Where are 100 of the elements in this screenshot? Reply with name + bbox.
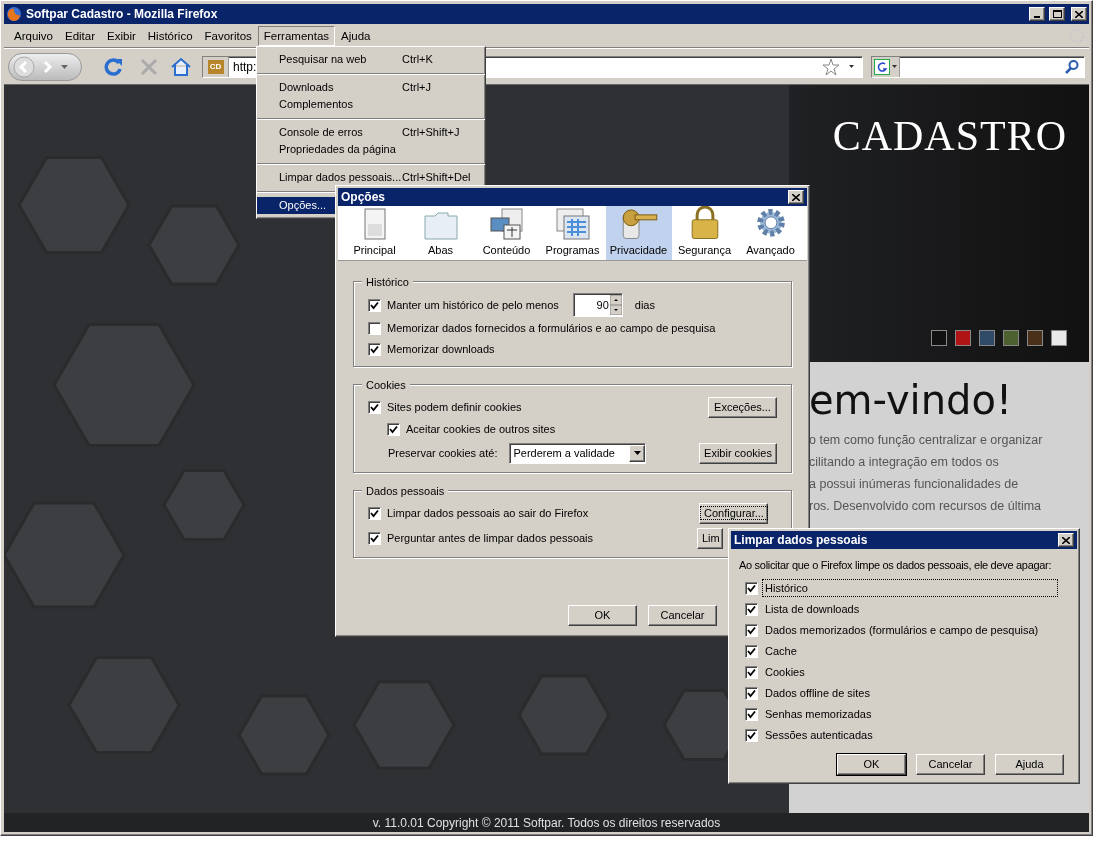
exceptions-button[interactable]: Exceções... <box>708 396 777 418</box>
menu-entry[interactable]: Console de erros Ctrl+Shift+J <box>257 124 485 141</box>
dialog-button[interactable]: OK <box>568 605 637 626</box>
close-icon[interactable] <box>792 193 800 201</box>
days-value: 90 <box>596 297 609 313</box>
theme-swatch[interactable] <box>1003 330 1019 346</box>
checkbox[interactable] <box>745 623 758 637</box>
copyright-text: v. 11.0.01 Copyright © 2011 Softpar. Todos os direitos reservados <box>372 814 721 832</box>
checkbox[interactable] <box>745 665 758 679</box>
minimize-button[interactable] <box>1029 7 1045 21</box>
dialog-intro: Ao solicitar que o Firefox limpe os dados pessoais, ele deve apagar: <box>739 558 1052 573</box>
welcome-text-line: cilitando a integração em todos os <box>809 454 1000 471</box>
brand-title: CADASTRO <box>832 112 1067 161</box>
home-icon[interactable] <box>170 55 192 78</box>
welcome-text-line: ros. Desenvolvido com recursos de última <box>809 498 1043 515</box>
close-icon[interactable] <box>1075 10 1083 18</box>
checkbox[interactable] <box>368 343 381 356</box>
checkbox[interactable] <box>745 602 758 616</box>
checkbox[interactable] <box>368 298 381 312</box>
checkbox[interactable] <box>387 423 400 436</box>
checkbox-label: Senhas memorizadas <box>764 706 873 722</box>
menu-item[interactable]: Ferramentas <box>257 25 336 46</box>
menu-entry[interactable]: Downloads Ctrl+J <box>257 79 485 96</box>
theme-swatch[interactable] <box>1051 330 1067 346</box>
checkbox-label: Limpar dados pessoais ao sair do Firefox <box>387 505 590 521</box>
preference-tab[interactable]: Abas <box>407 206 474 260</box>
url-text: http: <box>232 58 258 76</box>
checkbox-label: Histórico <box>762 578 1058 598</box>
engine-logo-icon <box>874 58 890 75</box>
checkbox-label: Memorizar dados fornecidos a formulários e ao campo de pesquisa <box>387 321 716 337</box>
checkbox[interactable] <box>745 707 758 721</box>
checkbox-label: Manter um histórico de pelo menos <box>387 297 559 313</box>
close-button[interactable] <box>1058 533 1074 547</box>
checkbox-label: Lista de downloads <box>764 601 861 617</box>
menu-item[interactable]: Ajuda <box>335 25 377 46</box>
checkbox[interactable] <box>368 506 381 520</box>
theme-swatch[interactable] <box>931 330 947 346</box>
checkbox-label: Cookies <box>764 664 806 680</box>
settings-button[interactable]: Configurar... <box>699 502 768 524</box>
settings-button[interactable]: Lim <box>697 527 723 549</box>
preference-tab[interactable]: Privacidade <box>605 206 672 260</box>
theme-swatch[interactable] <box>955 330 971 346</box>
checkbox[interactable] <box>368 400 381 414</box>
checkbox[interactable] <box>745 728 758 742</box>
checkbox-label: Memorizar downloads <box>387 342 495 358</box>
menu-item[interactable]: Exibir <box>101 25 142 46</box>
checkbox-label: Sites podem definir cookies <box>387 399 523 415</box>
cookie-expiry-dropdown[interactable]: Perderem a validade <box>509 442 647 464</box>
days-unit: dias <box>634 297 655 313</box>
checkbox[interactable] <box>745 686 758 700</box>
menu-item[interactable]: Editar <box>59 25 102 46</box>
spin-up-icon[interactable] <box>609 295 622 305</box>
days-spinner[interactable]: 90 <box>572 293 623 317</box>
dialog-button[interactable]: Cancelar <box>648 605 717 626</box>
checkbox-label: Cache <box>764 643 798 659</box>
theme-swatch[interactable] <box>1027 330 1043 346</box>
close-button[interactable] <box>788 190 804 204</box>
window-title: Softpar Cadastro - Mozilla Firefox <box>26 6 219 23</box>
close-button[interactable] <box>1071 7 1087 21</box>
menu-item[interactable]: Arquivo <box>8 25 59 46</box>
checkbox-label: Dados offline de sites <box>764 685 871 701</box>
preference-tab[interactable]: Conteúdo <box>473 206 540 260</box>
close-icon[interactable] <box>1062 536 1070 544</box>
checkbox[interactable] <box>368 531 381 545</box>
search-engine-selector[interactable] <box>872 56 900 77</box>
dropdown-arrow-icon[interactable] <box>892 65 897 68</box>
checkbox-label: Perguntar antes de limpar dados pessoais <box>387 530 595 546</box>
checkbox-label: Dados memorizados (formulários e campo de pesquisa) <box>764 622 1040 638</box>
welcome-heading: em-vindo! <box>809 376 1013 424</box>
spin-down-icon[interactable] <box>609 305 622 315</box>
reload-icon[interactable] <box>102 55 124 78</box>
search-field[interactable] <box>871 55 1085 78</box>
menu-entry[interactable]: Limpar dados pessoais...Ctrl+Shift+Del <box>257 169 485 186</box>
field-label: Preservar cookies até: <box>388 445 498 461</box>
menu-item[interactable]: Favoritos <box>198 25 258 46</box>
checkbox[interactable] <box>745 644 758 658</box>
dialog-title: Opções <box>341 189 385 206</box>
menu-entry[interactable]: Complementos <box>257 96 485 113</box>
search-icon[interactable] <box>1064 58 1080 75</box>
dialog-button[interactable]: Cancelar <box>916 753 985 775</box>
site-icon: CD <box>207 59 224 74</box>
menu-item[interactable]: Histórico <box>141 25 199 46</box>
browser-logo-icon <box>6 6 22 22</box>
star-icon[interactable] <box>822 57 840 76</box>
checkbox-label: Sessões autenticadas <box>764 727 874 743</box>
dialog-button[interactable]: Ajuda <box>995 753 1064 775</box>
preference-tab[interactable]: Segurança <box>671 206 738 260</box>
dropdown-arrow-icon[interactable] <box>633 451 641 455</box>
preference-tab[interactable]: Avançado <box>737 206 804 260</box>
theme-swatch[interactable] <box>979 330 995 346</box>
checkbox[interactable] <box>368 322 381 335</box>
checkbox-label: Aceitar cookies de outros sites <box>406 422 556 438</box>
preference-tab[interactable]: Principal <box>341 206 408 260</box>
menu-entry[interactable]: Propriedades da página <box>257 141 485 158</box>
preference-tab[interactable]: Programas <box>539 206 606 260</box>
show-cookies-button[interactable]: Exibir cookies <box>699 442 777 464</box>
checkbox[interactable] <box>745 581 758 595</box>
window-grid-icon <box>555 207 590 240</box>
dialog-title: Limpar dados pessoais <box>734 532 868 549</box>
dialog-button[interactable]: OK <box>837 753 906 775</box>
